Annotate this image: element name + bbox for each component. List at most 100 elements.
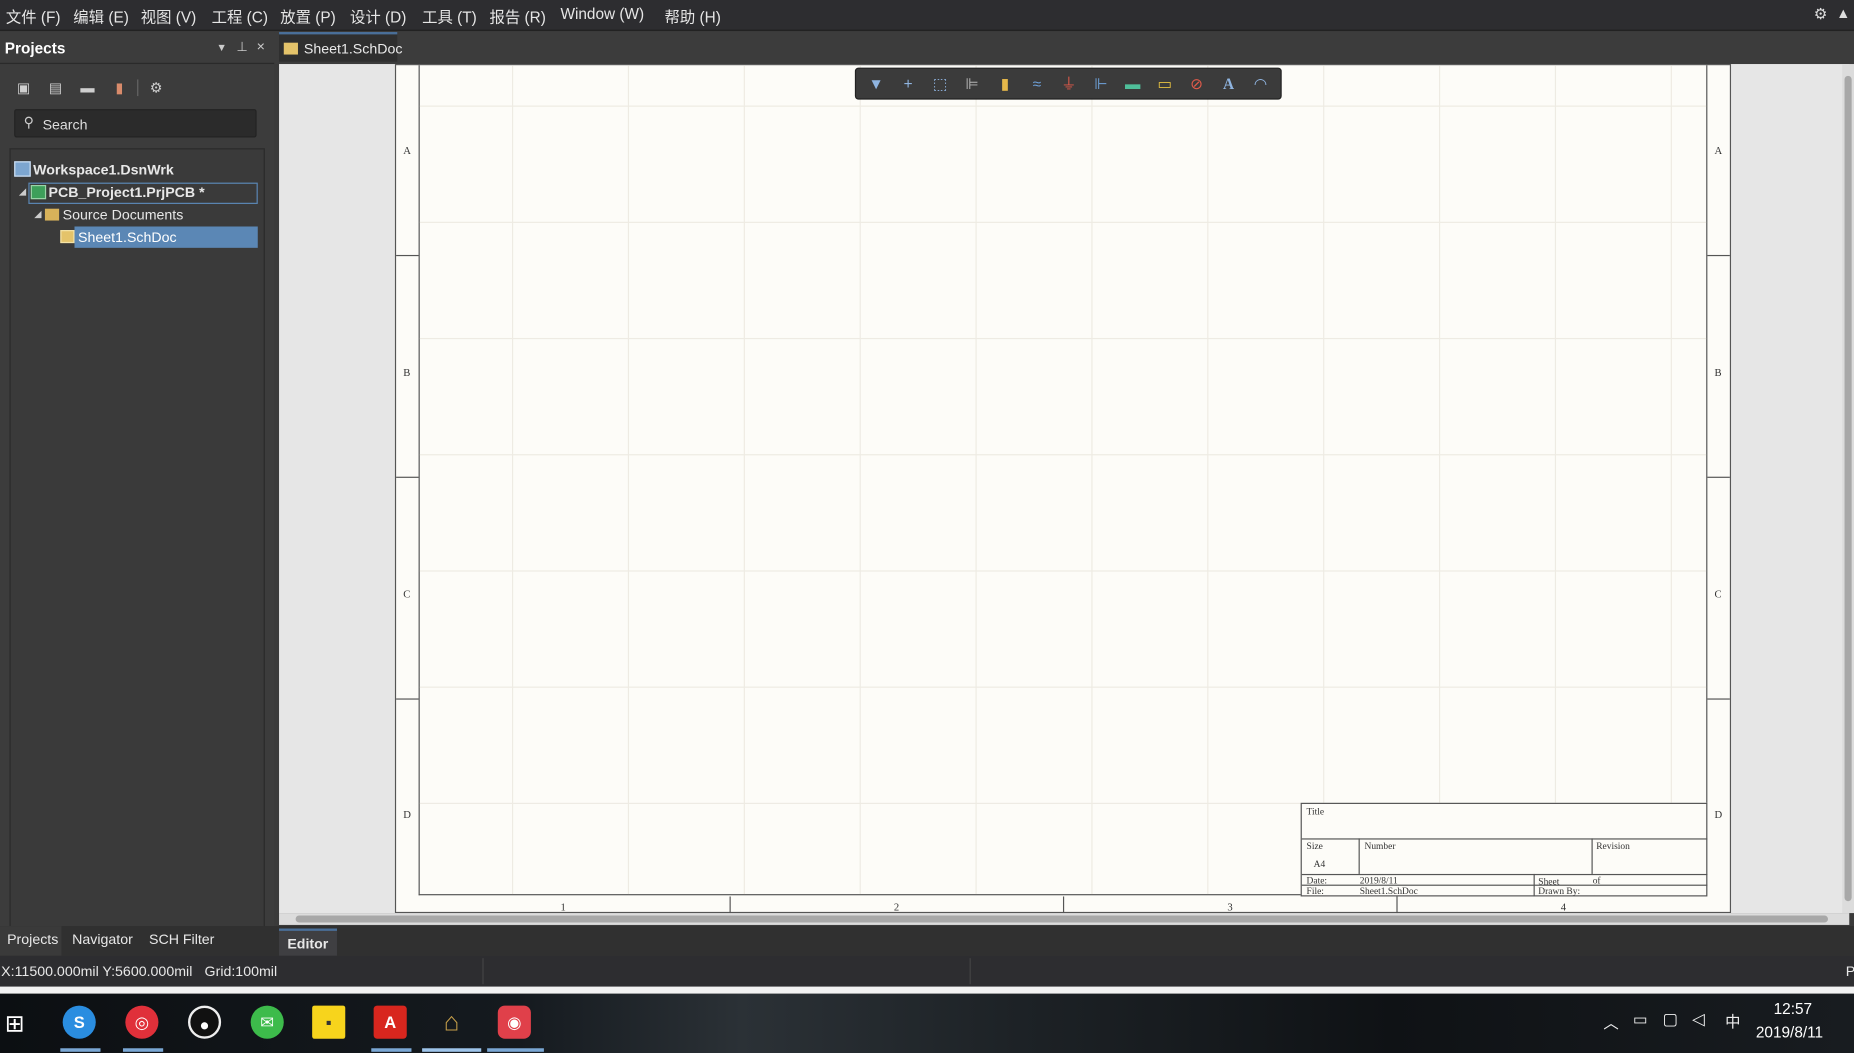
no-erc-icon[interactable]: ⊘ xyxy=(1185,74,1209,95)
browser-icon[interactable]: S xyxy=(62,1005,96,1039)
windows-start-icon[interactable]: ⊞ xyxy=(5,1009,25,1039)
menu-view[interactable]: 视图 (V) xyxy=(141,5,197,28)
settings-icon[interactable]: ⚙ xyxy=(1814,5,1828,24)
tree-document[interactable]: Sheet1.SchDoc xyxy=(78,229,177,246)
power-port-icon[interactable]: ⏚ xyxy=(1057,74,1081,95)
menu-edit[interactable]: 编辑 (E) xyxy=(73,5,129,28)
running-indicator xyxy=(487,1048,544,1052)
gear-icon[interactable]: ⚙ xyxy=(147,78,166,97)
panel-menu-icon[interactable]: ▼ xyxy=(216,42,227,54)
menu-reports[interactable]: 报告 (R) xyxy=(490,5,546,28)
align-icon[interactable]: ⊫ xyxy=(960,74,984,95)
menu-window[interactable]: Window (W) xyxy=(560,5,644,23)
zone-row-d-right: D xyxy=(1714,808,1723,821)
tab-label: Sheet1.SchDoc xyxy=(303,40,403,57)
workspace-icon xyxy=(14,161,31,177)
altium-icon[interactable]: ⌂ xyxy=(435,1006,468,1039)
divider xyxy=(969,958,971,985)
scroll-thumb[interactable] xyxy=(1844,75,1852,902)
tab-navigator[interactable]: Navigator xyxy=(72,931,133,948)
ime-indicator[interactable]: 中 xyxy=(1725,1009,1740,1032)
running-indicator xyxy=(122,1048,164,1052)
file-label: File: xyxy=(1306,885,1324,897)
save-all-icon[interactable]: ▤ xyxy=(46,78,65,97)
schematic-sheet[interactable]: A B C D A B C D 1 2 3 4 Title Size A4 Nu… xyxy=(394,64,1732,915)
zone-divider xyxy=(1707,476,1730,478)
close-icon[interactable]: × xyxy=(257,38,265,55)
running-indicator xyxy=(60,1048,101,1052)
tree-project[interactable]: PCB_Project1.PrjPCB * xyxy=(48,184,204,201)
text-icon[interactable]: A xyxy=(1217,74,1241,95)
menu-tools[interactable]: 工具 (T) xyxy=(422,5,477,28)
panel-title: Projects xyxy=(4,39,66,57)
arc-icon[interactable]: ◠ xyxy=(1249,74,1273,95)
zone-row-b-right: B xyxy=(1714,366,1722,379)
window-edge xyxy=(0,986,1854,994)
wechat-icon[interactable]: ✉ xyxy=(250,1005,284,1039)
collapse-icon[interactable]: ◢ xyxy=(34,209,41,220)
zone-divider xyxy=(1707,698,1730,700)
scroll-thumb[interactable] xyxy=(295,915,1828,923)
part-icon[interactable]: ▮ xyxy=(993,74,1017,95)
zone-row-a-right: A xyxy=(1714,144,1723,157)
battery-icon[interactable]: ▭ xyxy=(1633,1010,1648,1029)
chevron-up-icon[interactable]: ︿ xyxy=(1603,1010,1618,1033)
music-app-icon[interactable]: ◎ xyxy=(125,1005,159,1039)
menu-design[interactable]: 设计 (D) xyxy=(350,5,406,28)
divider xyxy=(137,79,139,97)
tree-workspace[interactable]: Workspace1.DsnWrk xyxy=(33,161,174,178)
zone-divider xyxy=(396,254,419,257)
menu-file[interactable]: 文件 (F) xyxy=(6,5,61,28)
projects-panel: Projects ▼ ⊥ × ▣ ▤ ▬ ▮ ⚙ ⚲ Search Worksp… xyxy=(0,32,275,949)
horizontal-scrollbar[interactable] xyxy=(279,913,1850,925)
network-icon[interactable]: ▢ xyxy=(1662,1009,1678,1029)
search-placeholder: Search xyxy=(42,116,88,133)
running-indicator xyxy=(422,1048,482,1052)
grid-size: Grid:100mil xyxy=(204,962,278,980)
acrobat-icon[interactable]: A xyxy=(373,1005,407,1039)
qq-icon[interactable]: ● xyxy=(188,1005,222,1039)
zone-row-c-right: C xyxy=(1714,588,1722,601)
menu-project[interactable]: 工程 (C) xyxy=(212,5,268,28)
save-icon[interactable]: ▣ xyxy=(14,78,33,97)
wire-icon[interactable]: ≈ xyxy=(1025,74,1049,95)
divider xyxy=(482,958,484,985)
clock-time[interactable]: 12:57 xyxy=(1774,1000,1812,1018)
pin-icon[interactable]: ⊥ xyxy=(236,39,247,54)
zone-col-2: 2 xyxy=(893,901,900,914)
active-bar: ▼ + ⬚ ⊫ ▮ ≈ ⏚ ⊩ ▬ ▭ ⊘ A ◠ xyxy=(854,67,1282,100)
filter-icon[interactable]: ▼ xyxy=(864,74,888,95)
collapse-icon[interactable]: ◢ xyxy=(19,186,26,197)
open-folder-icon[interactable]: ▬ xyxy=(78,78,97,97)
zone-row-a: A xyxy=(403,144,411,157)
search-input[interactable]: ⚲ Search xyxy=(14,109,257,138)
panels-button[interactable]: P xyxy=(1846,963,1854,980)
tab-editor[interactable]: Editor xyxy=(279,928,337,956)
menu-place[interactable]: 放置 (P) xyxy=(280,5,336,28)
schematic-doc-icon xyxy=(283,42,298,55)
project-options-icon[interactable]: ▮ xyxy=(110,78,129,97)
menu-help[interactable]: 帮助 (H) xyxy=(665,5,721,28)
notification-icon[interactable]: ▲ xyxy=(1836,5,1850,22)
zone-divider xyxy=(1062,896,1065,915)
sticky-notes-icon[interactable]: ▪ xyxy=(312,1005,346,1039)
tab-sheet1[interactable]: Sheet1.SchDoc xyxy=(279,32,402,62)
select-area-icon[interactable]: ⬚ xyxy=(928,74,952,95)
screen-recorder-icon[interactable]: ◉ xyxy=(497,1005,531,1039)
vertical-scrollbar[interactable] xyxy=(1842,64,1854,914)
bus-icon[interactable]: ⊩ xyxy=(1089,74,1113,95)
document-tab-strip xyxy=(274,32,1854,65)
clock-date[interactable]: 2019/8/11 xyxy=(1756,1023,1823,1041)
cursor-coordinates: X:11500.000mil Y:5600.000mil xyxy=(1,962,193,980)
volume-icon[interactable]: ◁ xyxy=(1692,1009,1705,1029)
crosshair-icon[interactable]: + xyxy=(896,74,920,95)
tree-folder[interactable]: Source Documents xyxy=(63,206,184,223)
tab-projects[interactable]: Projects xyxy=(7,931,58,948)
sheet-symbol-icon[interactable]: ▬ xyxy=(1121,74,1145,95)
zone-col-1: 1 xyxy=(560,901,566,914)
port-icon[interactable]: ▭ xyxy=(1153,74,1177,95)
zone-divider xyxy=(729,896,731,915)
windows-taskbar: ⊞ S ◎ ● ✉ ▪ A ⌂ ◉ ︿ ▭ ▢ ◁ 中 12:57 2019/8… xyxy=(0,993,1854,1053)
date-label: Date: xyxy=(1306,875,1328,886)
tab-sch-filter[interactable]: SCH Filter xyxy=(149,931,214,948)
